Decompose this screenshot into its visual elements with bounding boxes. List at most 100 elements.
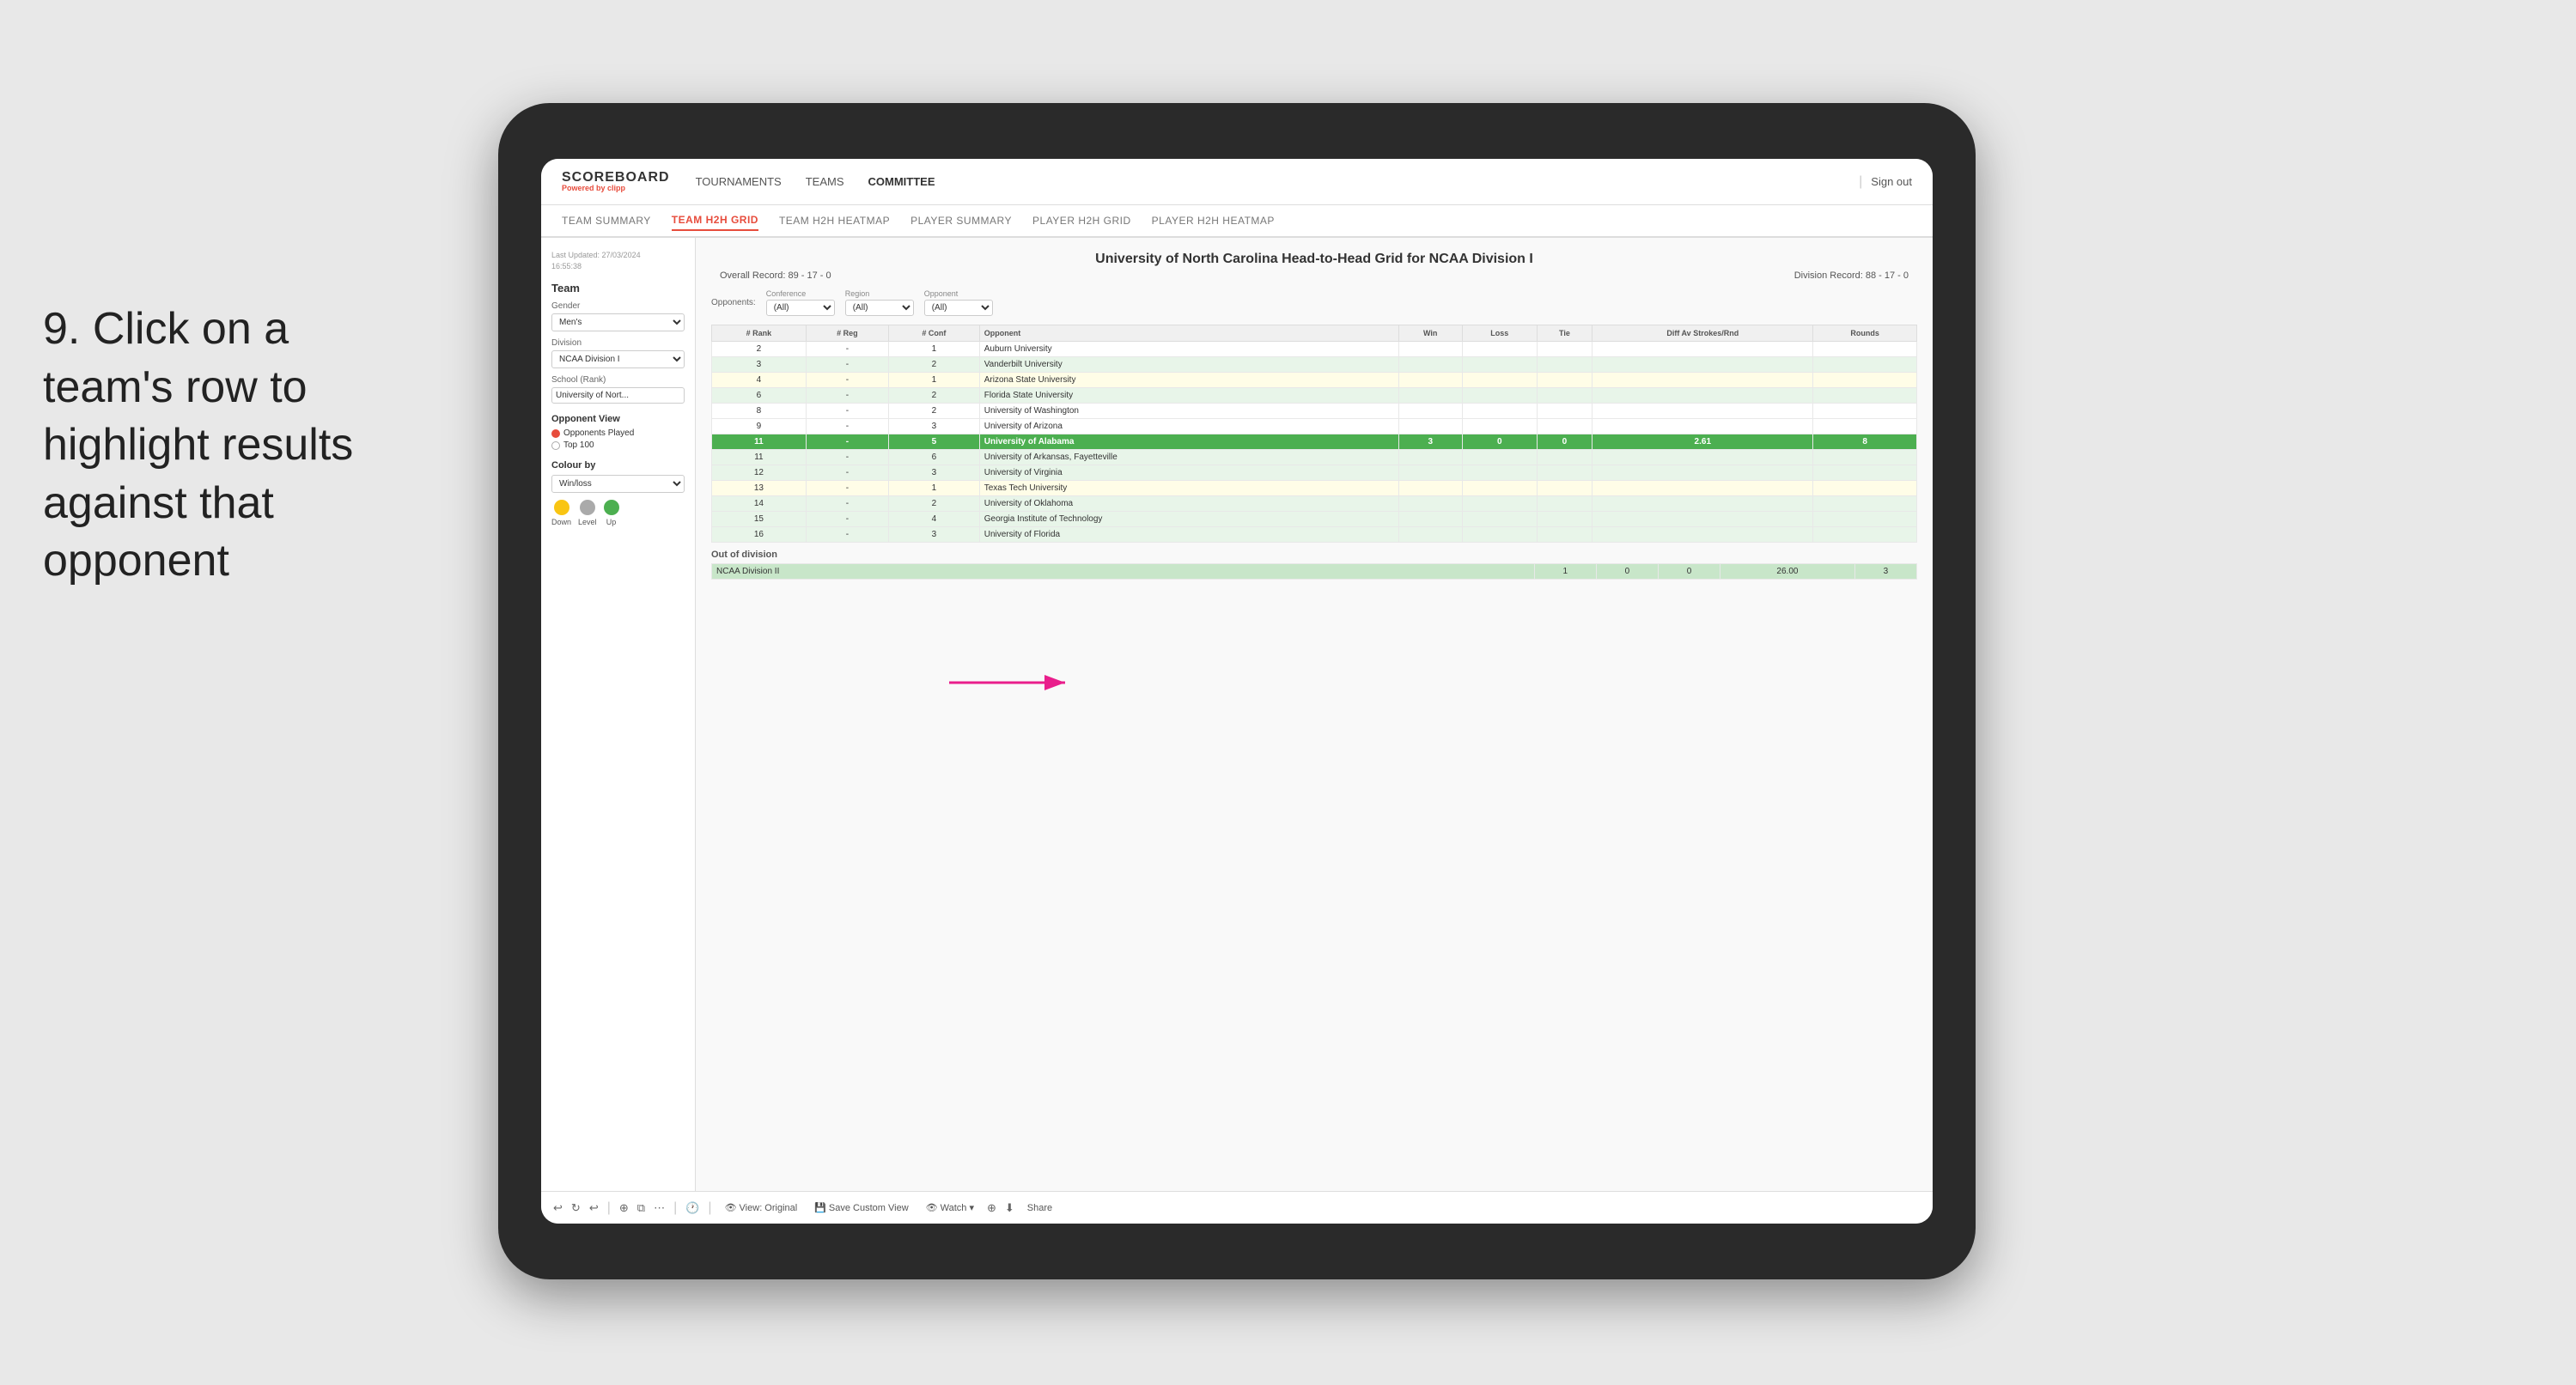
data-cell: -	[806, 434, 888, 450]
colour-by-select[interactable]: Win/loss	[551, 475, 685, 493]
data-cell: 1	[889, 342, 980, 357]
data-cell	[1813, 342, 1917, 357]
subnav-player-h2h-grid[interactable]: PLAYER H2H GRID	[1032, 211, 1131, 230]
data-cell	[1592, 388, 1813, 404]
col-rounds: Rounds	[1813, 325, 1917, 342]
data-cell: 2.61	[1592, 434, 1813, 450]
data-cell: -	[806, 373, 888, 388]
clock-icon[interactable]: 🕐	[685, 1201, 699, 1215]
subnav-team-h2h-grid[interactable]: TEAM H2H GRID	[672, 210, 758, 231]
data-cell: 15	[712, 512, 807, 527]
nav-teams[interactable]: TEAMS	[806, 172, 844, 191]
watch-btn[interactable]: 👁 Watch ▾	[922, 1200, 978, 1215]
data-cell	[1537, 404, 1592, 419]
table-row[interactable]: 13-1Texas Tech University	[712, 481, 1917, 496]
table-row[interactable]: 3-2Vanderbilt University	[712, 357, 1917, 373]
share-icon[interactable]: ⊕	[987, 1201, 996, 1215]
col-win: Win	[1398, 325, 1462, 342]
legend-up-circle	[604, 500, 619, 515]
ood-opponent: NCAA Division II	[712, 564, 1535, 580]
data-cell	[1592, 527, 1813, 543]
table-row[interactable]: 11-5University of Alabama3002.618	[712, 434, 1917, 450]
ood-loss: 0	[1596, 564, 1658, 580]
data-cell: 12	[712, 465, 807, 481]
data-cell: 3	[889, 465, 980, 481]
sign-out-link[interactable]: Sign out	[1871, 175, 1912, 188]
opponent-select[interactable]: (All)	[924, 300, 993, 316]
redo-icon[interactable]: ↻	[571, 1201, 581, 1215]
data-cell	[1398, 527, 1462, 543]
data-cell	[1398, 450, 1462, 465]
data-cell	[1813, 388, 1917, 404]
data-cell: 8	[1813, 434, 1917, 450]
data-cell	[1592, 481, 1813, 496]
data-cell: 2	[889, 496, 980, 512]
sub-nav: TEAM SUMMARY TEAM H2H GRID TEAM H2H HEAT…	[541, 205, 1933, 238]
data-cell	[1462, 450, 1537, 465]
legend-down-circle	[554, 500, 569, 515]
data-cell	[1537, 388, 1592, 404]
data-cell: 0	[1537, 434, 1592, 450]
nav-tournaments[interactable]: TOURNAMENTS	[696, 172, 782, 191]
table-row[interactable]: 4-1Arizona State University	[712, 373, 1917, 388]
region-select[interactable]: (All)	[845, 300, 914, 316]
data-cell	[1398, 465, 1462, 481]
opponents-label: Opponents:	[711, 298, 756, 307]
data-cell	[1398, 342, 1462, 357]
undo-icon[interactable]: ↩	[553, 1201, 563, 1215]
subnav-player-h2h-heatmap[interactable]: PLAYER H2H HEATMAP	[1152, 211, 1275, 230]
table-row[interactable]: 9-3University of Arizona	[712, 419, 1917, 434]
data-table: # Rank # Reg # Conf Opponent Win Loss Ti…	[711, 325, 1917, 543]
table-row[interactable]: 2-1Auburn University	[712, 342, 1917, 357]
data-cell: -	[806, 357, 888, 373]
division-select[interactable]: NCAA Division I	[551, 350, 685, 368]
data-cell	[1813, 512, 1917, 527]
subnav-team-summary[interactable]: TEAM SUMMARY	[562, 211, 651, 230]
table-row[interactable]: 14-2University of Oklahoma	[712, 496, 1917, 512]
table-row[interactable]: 16-3University of Florida	[712, 527, 1917, 543]
gender-select[interactable]: Men's	[551, 313, 685, 331]
table-row[interactable]: 6-2Florida State University	[712, 388, 1917, 404]
grid-area: University of North Carolina Head-to-Hea…	[696, 238, 1933, 1191]
col-opponent: Opponent	[979, 325, 1398, 342]
data-cell	[1537, 373, 1592, 388]
table-row[interactable]: 15-4Georgia Institute of Technology	[712, 512, 1917, 527]
data-cell: -	[806, 481, 888, 496]
subnav-player-summary[interactable]: PLAYER SUMMARY	[910, 211, 1012, 230]
data-cell: 6	[712, 388, 807, 404]
opponent-name-cell: Georgia Institute of Technology	[979, 512, 1398, 527]
ood-tie: 0	[1658, 564, 1720, 580]
data-cell	[1592, 342, 1813, 357]
more-icon[interactable]: ⋯	[654, 1201, 665, 1215]
data-cell	[1462, 373, 1537, 388]
back-icon[interactable]: ↩	[589, 1201, 599, 1215]
logo-sub: Powered by clipp	[562, 185, 670, 192]
data-cell	[1592, 512, 1813, 527]
conference-filter: Conference (All)	[766, 289, 835, 316]
out-of-division-row[interactable]: NCAA Division II 1 0 0 26.00 3	[712, 564, 1917, 580]
radio-top100[interactable]: Top 100	[551, 440, 685, 450]
zoom-icon[interactable]: ⊕	[619, 1201, 629, 1215]
save-custom-view-btn[interactable]: 💾 Save Custom View	[810, 1200, 912, 1215]
copy-icon[interactable]: ⧉	[637, 1201, 645, 1215]
view-original-btn[interactable]: 👁 View: Original	[721, 1200, 802, 1215]
logo-area: SCOREBOARD Powered by clipp	[562, 171, 670, 192]
radio-opponents-played[interactable]: Opponents Played	[551, 428, 685, 438]
download-icon[interactable]: ⬇	[1005, 1201, 1014, 1215]
table-row[interactable]: 8-2University of Washington	[712, 404, 1917, 419]
nav-committee[interactable]: COMMITTEE	[868, 172, 935, 191]
opponent-name-cell: University of Virginia	[979, 465, 1398, 481]
legend-level-circle	[580, 500, 595, 515]
table-row[interactable]: 11-6University of Arkansas, Fayetteville	[712, 450, 1917, 465]
conference-select[interactable]: (All)	[766, 300, 835, 316]
data-cell: 8	[712, 404, 807, 419]
data-cell	[1592, 373, 1813, 388]
share-btn[interactable]: Share	[1023, 1201, 1057, 1215]
subnav-team-h2h-heatmap[interactable]: TEAM H2H HEATMAP	[779, 211, 890, 230]
table-row[interactable]: 12-3University of Virginia	[712, 465, 1917, 481]
data-cell	[1592, 465, 1813, 481]
data-cell: 2	[889, 404, 980, 419]
col-loss: Loss	[1462, 325, 1537, 342]
data-cell	[1537, 465, 1592, 481]
data-cell: -	[806, 465, 888, 481]
